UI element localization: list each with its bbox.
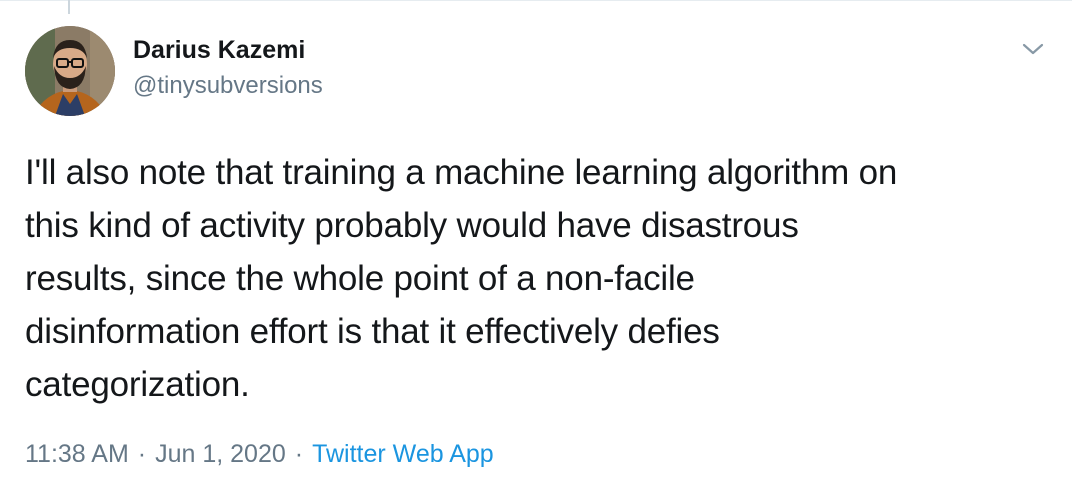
- avatar[interactable]: [25, 26, 115, 116]
- thread-connector-line: [68, 0, 70, 14]
- author-handle[interactable]: @tinysubversions: [133, 72, 323, 100]
- tweet-metadata: 11:38 AM · Jun 1, 2020 · Twitter Web App: [25, 440, 494, 469]
- meta-separator: ·: [294, 440, 304, 468]
- tweet-menu-button[interactable]: [1018, 36, 1048, 62]
- chevron-down-icon: [1022, 43, 1044, 55]
- tweet-date[interactable]: Jun 1, 2020: [155, 440, 286, 468]
- author-display-name[interactable]: Darius Kazemi: [133, 36, 305, 65]
- tweet-time[interactable]: 11:38 AM: [25, 440, 129, 468]
- profile-photo-icon: [25, 26, 115, 116]
- top-divider: [0, 0, 1072, 1]
- meta-separator: ·: [137, 440, 147, 468]
- tweet-text: I'll also note that training a machine l…: [25, 153, 898, 404]
- tweet-source-link[interactable]: Twitter Web App: [312, 440, 494, 468]
